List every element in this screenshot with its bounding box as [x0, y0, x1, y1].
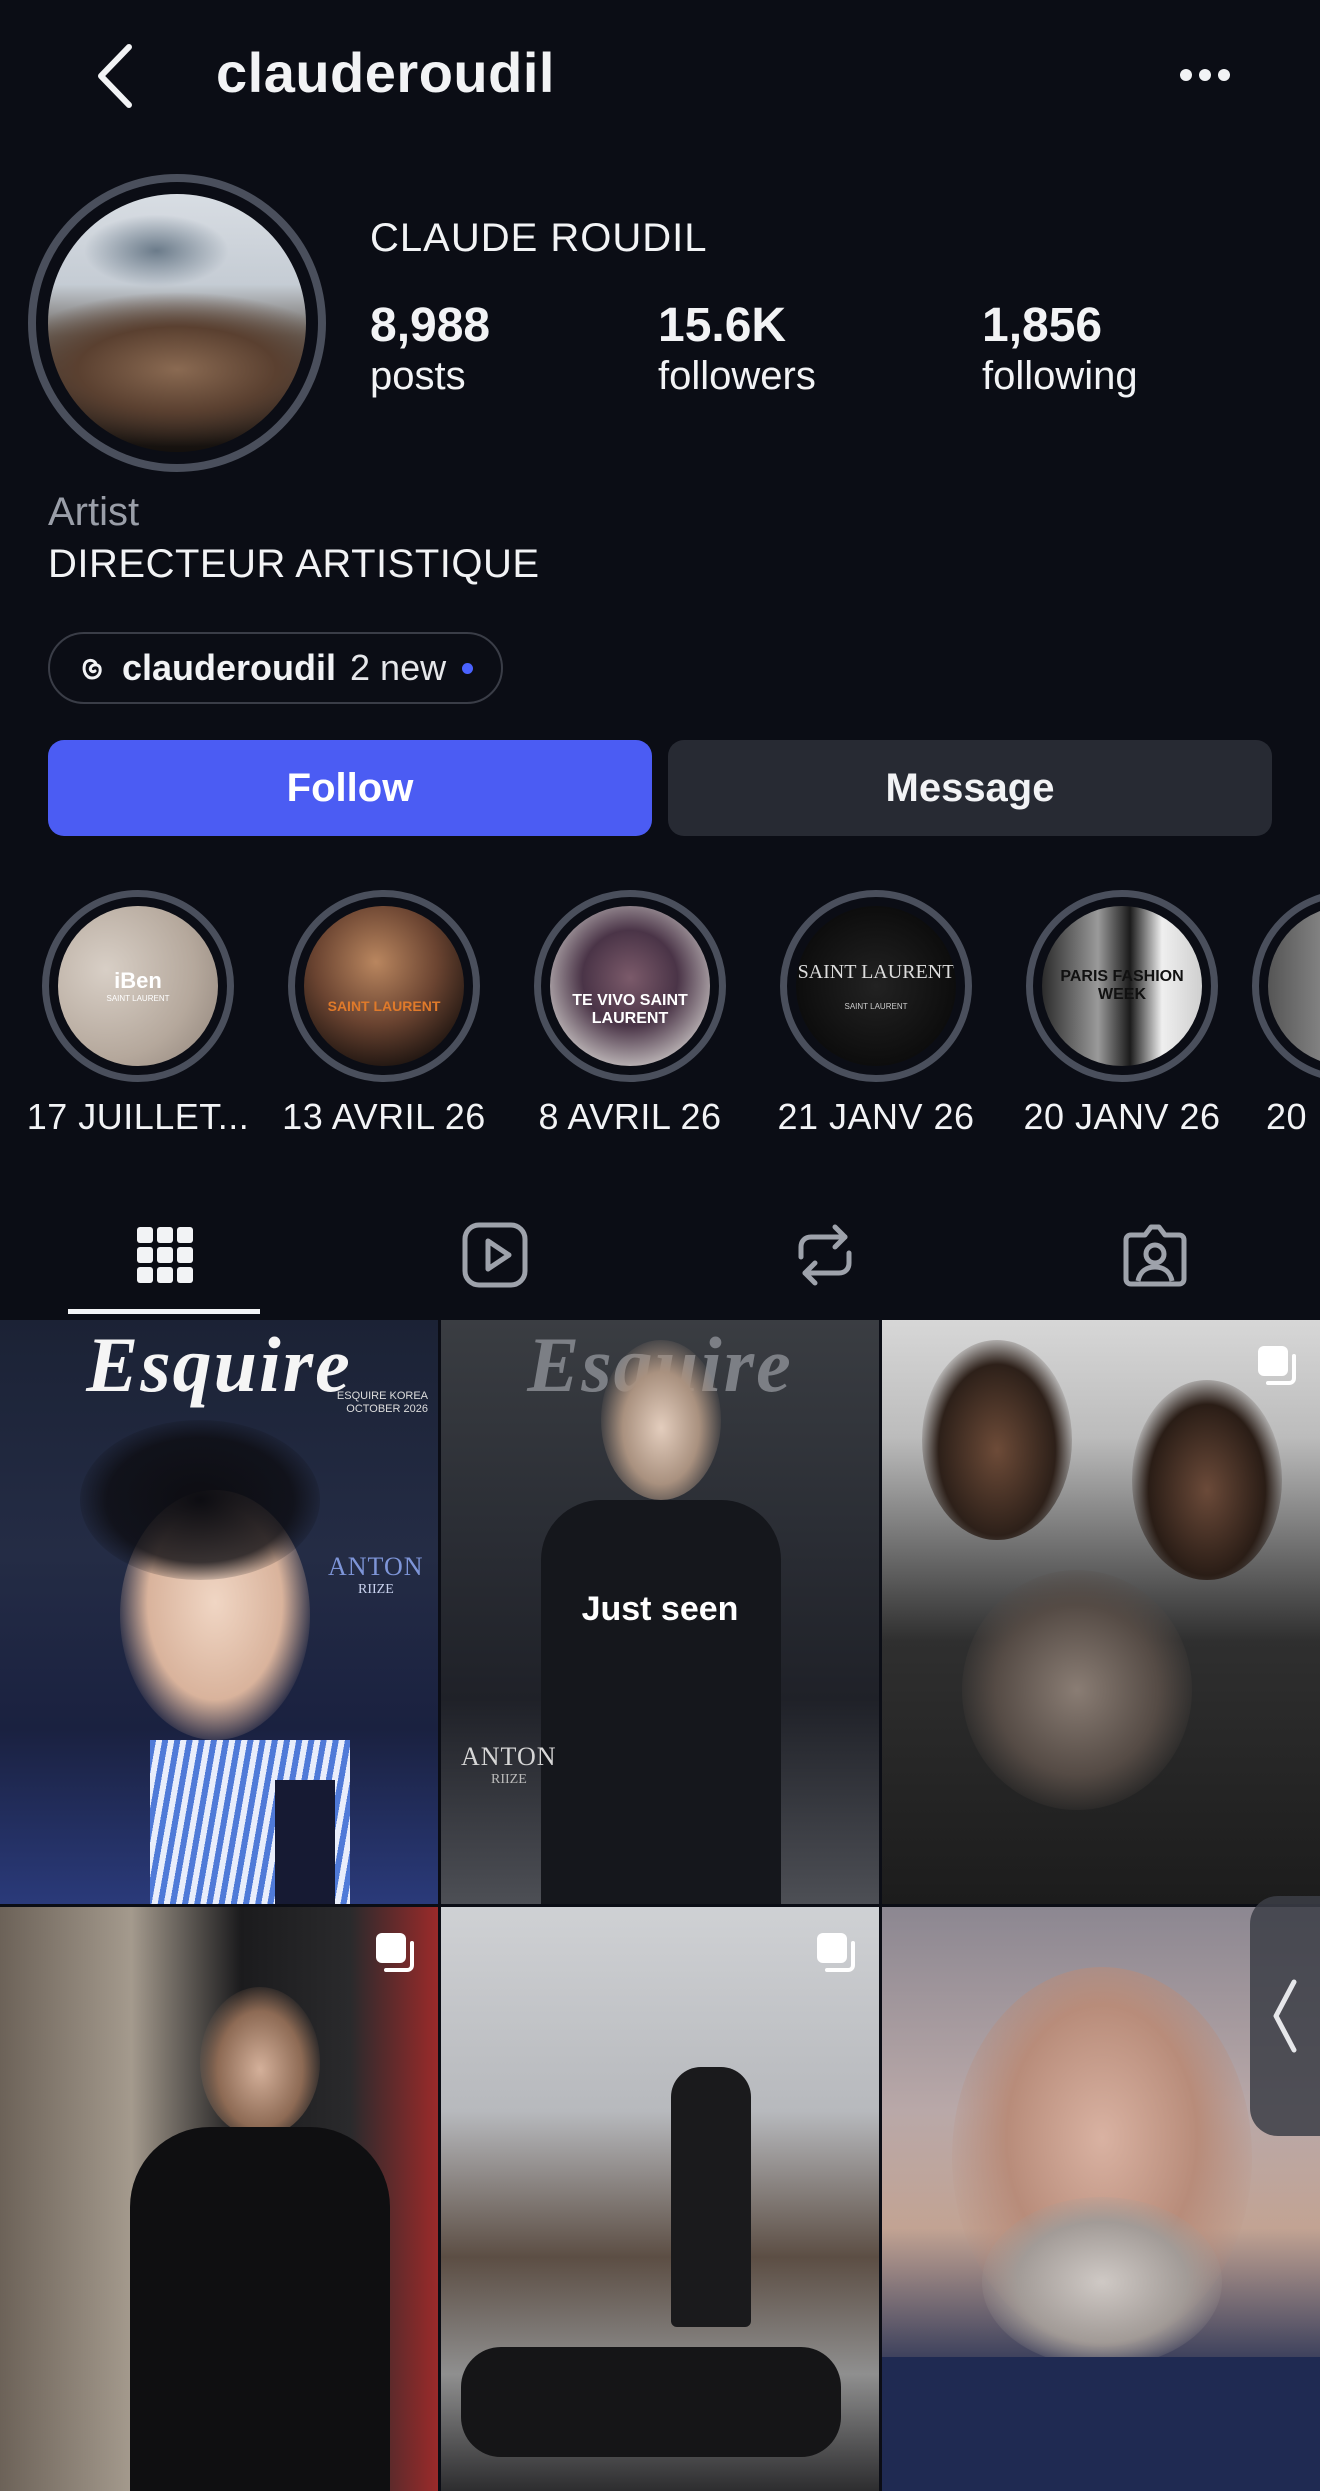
cover-tie: [275, 1780, 335, 1904]
profile-category: Artist: [48, 490, 140, 534]
chevron-left-icon: [98, 44, 132, 108]
highlight-ring: TE VIVO SAINT LAURENT: [534, 890, 726, 1082]
cover-portrait: [601, 1340, 721, 1500]
reels-icon: [462, 1222, 528, 1288]
followers-count[interactable]: 15.6K followers: [658, 299, 816, 399]
cover-beard: [982, 2197, 1222, 2367]
active-tab-indicator: [68, 1309, 260, 1314]
cover-name: ANTON: [328, 1552, 424, 1581]
profile-bio: DIRECTEUR ARTISTIQUE: [48, 542, 540, 586]
cover-standing-figure: [671, 2067, 751, 2327]
highlight-ring: SAINT LAURENT SAINT LAURENT: [780, 890, 972, 1082]
cover-suit: [541, 1500, 781, 1904]
posts-count[interactable]: 8,988 posts: [370, 299, 491, 399]
followers-count-label: followers: [658, 353, 816, 398]
magazine-issue: ESQUIRE KOREA OCTOBER 2026: [337, 1390, 428, 1416]
highlight-item[interactable]: PARIS FASHION WEEK 20 JANV 26: [1006, 890, 1238, 1138]
highlight-cover: [1268, 906, 1320, 1066]
magazine-issue-name: ESQUIRE KOREA: [336, 1390, 428, 1402]
follow-button[interactable]: Follow: [48, 740, 652, 836]
highlight-cover-subtext: SAINT LAURENT: [106, 993, 170, 1003]
posts-count-label: posts: [370, 353, 466, 398]
grid-post[interactable]: [882, 1320, 1320, 1904]
cover-hair: [80, 1420, 320, 1580]
tab-posts-grid[interactable]: [0, 1200, 330, 1310]
more-horizontal-icon: [1180, 69, 1230, 81]
highlight-cover: SAINT LAURENT: [304, 906, 464, 1066]
highlight-cover-text: PARIS FASHION WEEK: [1060, 968, 1184, 1003]
highlight-item[interactable]: 20: [1252, 890, 1320, 1138]
grid-icon: [137, 1227, 193, 1283]
profile-username: clauderoudil: [216, 41, 555, 104]
new-indicator-dot: [462, 662, 474, 674]
highlight-label: 13 AVRIL 26: [282, 1096, 486, 1137]
grid-post[interactable]: [441, 1907, 879, 2491]
cover-reclining-figure: [461, 2347, 841, 2457]
highlight-item[interactable]: SAINT LAURENT 13 AVRIL 26: [268, 890, 500, 1138]
more-options-button[interactable]: [1165, 50, 1245, 100]
highlight-item[interactable]: iBen SAINT LAURENT 17 JUILLET...: [22, 890, 254, 1138]
cover-subtitle: RIIZE: [491, 1772, 527, 1787]
cover-name: ANTON: [461, 1742, 557, 1771]
carousel-icon: [817, 1933, 855, 1972]
chevron-left-icon: [1273, 1979, 1297, 2053]
grid-post[interactable]: Esquire ESQUIRE KOREA OCTOBER 2026 ANTON…: [0, 1320, 438, 1904]
back-button[interactable]: [80, 36, 150, 116]
highlight-cover-text: iBen: [114, 967, 162, 993]
cover-portrait: [922, 1340, 1072, 1540]
side-panel-handle[interactable]: [1250, 1896, 1320, 2136]
tab-reels[interactable]: [330, 1200, 660, 1310]
highlight-item[interactable]: SAINT LAURENT SAINT LAURENT 21 JANV 26: [760, 890, 992, 1138]
tab-reposts[interactable]: [660, 1200, 990, 1310]
cover-coat: [130, 2127, 390, 2491]
fur-bag: [962, 1570, 1192, 1810]
highlight-cover-subtext: SAINT LAURENT: [844, 1002, 908, 1011]
carousel-icon: [1258, 1346, 1296, 1385]
highlight-cover: PARIS FASHION WEEK: [1042, 906, 1202, 1066]
highlight-label: 20: [1266, 1096, 1308, 1137]
carousel-icon: [376, 1933, 414, 1972]
highlight-label: 21 JANV 26: [777, 1096, 975, 1137]
just-seen-label: Just seen: [581, 1590, 739, 1628]
cover-portrait: [1132, 1380, 1282, 1580]
avatar: [48, 194, 306, 452]
grid-post[interactable]: Esquire ANTON RIIZE Just seen: [441, 1320, 879, 1904]
posts-count-value: 8,988: [370, 299, 491, 352]
highlight-cover-text: SAINT LAURENT: [327, 998, 441, 1014]
cover-portrait: [200, 1987, 320, 2137]
highlight-ring: SAINT LAURENT: [288, 890, 480, 1082]
highlight-ring: PARIS FASHION WEEK: [1026, 890, 1218, 1082]
highlight-ring: iBen SAINT LAURENT: [42, 890, 234, 1082]
threads-badge[interactable]: clauderoudil 2 new: [48, 632, 504, 704]
following-count-value: 1,856: [982, 299, 1103, 352]
highlight-cover: TE VIVO SAINT LAURENT: [550, 906, 710, 1066]
repost-icon: [798, 1224, 852, 1286]
tab-tagged[interactable]: [990, 1200, 1320, 1310]
grid-post[interactable]: [0, 1907, 438, 2491]
magazine-issue-month: OCTOBER 2026: [346, 1403, 428, 1416]
threads-handle: clauderoudil: [122, 647, 337, 688]
highlight-label: 17 JUILLET...: [26, 1096, 250, 1137]
highlight-cover: SAINT LAURENT SAINT LAURENT: [796, 906, 956, 1066]
profile-avatar-ring[interactable]: [28, 174, 326, 472]
cover-suit: [882, 2357, 1320, 2491]
threads-icon: [82, 658, 102, 680]
followers-count-value: 15.6K: [658, 299, 787, 352]
tagged-user-icon: [1123, 1224, 1187, 1287]
following-count-label: following: [982, 353, 1138, 398]
highlight-cover-text: SAINT LAURENT: [797, 961, 955, 983]
threads-new-count: 2 new: [350, 647, 447, 688]
highlight-cover-text: TE VIVO SAINT LAURENT: [572, 992, 688, 1027]
highlight-cover: iBen SAINT LAURENT: [58, 906, 218, 1066]
highlight-label: 8 AVRIL 26: [538, 1096, 722, 1137]
cover-subtitle: RIIZE: [358, 1582, 394, 1597]
highlight-item[interactable]: TE VIVO SAINT LAURENT 8 AVRIL 26: [514, 890, 746, 1138]
profile-full-name: CLAUDE ROUDIL: [370, 216, 708, 260]
highlight-ring: [1252, 890, 1320, 1082]
highlight-label: 20 JANV 26: [1023, 1096, 1221, 1137]
following-count[interactable]: 1,856 following: [982, 299, 1138, 399]
message-button[interactable]: Message: [668, 740, 1272, 836]
